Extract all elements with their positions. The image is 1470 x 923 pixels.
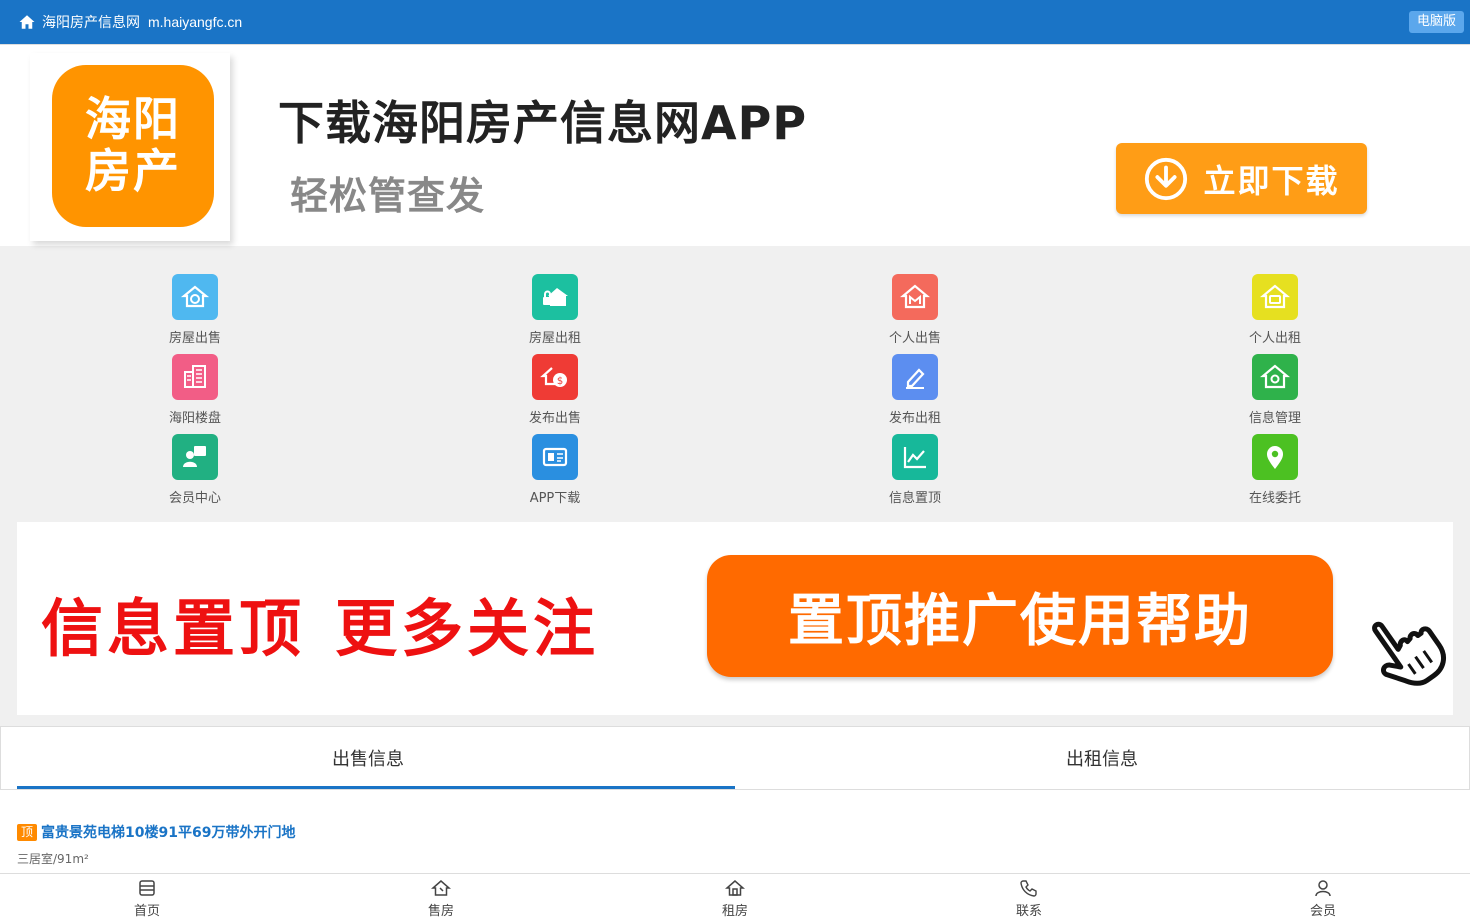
nav-contact[interactable]: 联系 <box>882 874 1176 923</box>
listing-title-link[interactable]: 富贵景苑电梯10楼91平69万带外开门地 <box>41 822 295 842</box>
rent-house-icon <box>725 880 745 896</box>
grid-label: 发布出租 <box>888 411 941 426</box>
grid-item-personal-rent[interactable]: 个人出租 <box>1215 274 1335 354</box>
app-logo-frame: 海阳 房产 <box>30 53 230 241</box>
grid-item-online-entrust[interactable]: 在线委托 <box>1215 434 1335 514</box>
promo-slogan: 信息置顶 更多关注 <box>41 578 599 668</box>
grid-item-info-manage[interactable]: 信息管理 <box>1215 354 1335 434</box>
grid-label: 发布出售 <box>528 411 581 426</box>
home-icon[interactable] <box>18 13 36 31</box>
nav-home[interactable]: 首页 <box>0 874 294 923</box>
nav-label: 联系 <box>1015 904 1042 919</box>
app-logo: 海阳 房产 <box>52 65 214 227</box>
personal-rent-icon <box>1252 274 1298 320</box>
house-rent-icon <box>532 274 578 320</box>
feature-grid: 房屋出售 房屋出租 个人出售 个人出租 海阳楼盘 $ 发布出售 发布出租 信息管… <box>0 256 1470 520</box>
list-item[interactable]: 顶 富贵景苑电梯10楼91平69万带外开门地 <box>17 822 1470 842</box>
nav-label: 会员 <box>1309 904 1336 919</box>
grid-label: 房屋出售 <box>168 331 221 346</box>
grid-item-publish-sale[interactable]: $ 发布出售 <box>495 354 615 434</box>
promo-help-button[interactable]: 置顶推广使用帮助 <box>707 555 1333 677</box>
nav-label: 售房 <box>427 904 454 919</box>
svg-text:$: $ <box>557 376 563 387</box>
promo-text-left: 信息置顶 <box>41 592 306 665</box>
member-center-icon <box>172 434 218 480</box>
phone-icon <box>1020 880 1037 897</box>
info-top-icon <box>892 434 938 480</box>
grid-item-app-download[interactable]: APP下载 <box>495 434 615 514</box>
site-url: m.haiyangfc.cn <box>148 14 243 30</box>
grid-item-building[interactable]: 海阳楼盘 <box>135 354 255 434</box>
grid-label: 个人出租 <box>1248 331 1301 346</box>
building-icon <box>172 354 218 400</box>
download-circle-icon <box>1145 157 1188 200</box>
nav-sale-house[interactable]: 售房 <box>294 874 588 923</box>
tab-sale-info[interactable]: 出售信息 <box>1 727 735 789</box>
nav-label: 租房 <box>721 904 748 919</box>
site-name[interactable]: 海阳房产信息网 <box>42 12 140 32</box>
grid-label: APP下载 <box>529 491 581 506</box>
banner-subtitle: 轻松管查发 <box>290 174 486 218</box>
grid-label: 个人出售 <box>888 331 941 346</box>
top-header: 海阳房产信息网 m.haiyangfc.cn 电脑版 <box>0 0 1470 44</box>
publish-rent-icon <box>892 354 938 400</box>
promo-banner[interactable]: 信息置顶 更多关注 置顶推广使用帮助 <box>17 522 1453 715</box>
listing-meta: 三居室/91m² <box>17 852 89 866</box>
nav-label: 首页 <box>133 904 160 919</box>
grid-item-house-sale[interactable]: 房屋出售 <box>135 274 255 354</box>
grid-item-house-rent[interactable]: 房屋出租 <box>495 274 615 354</box>
download-label: 立即下载 <box>1203 161 1340 200</box>
app-download-icon <box>532 434 578 480</box>
logo-line2: 房产 <box>85 144 181 198</box>
grid-label: 海阳楼盘 <box>168 411 221 426</box>
personal-sale-icon <box>892 274 938 320</box>
grid-label: 信息置顶 <box>888 491 941 506</box>
publish-sale-icon: $ <box>532 354 578 400</box>
grid-label: 房屋出租 <box>528 331 581 346</box>
grid-label: 信息管理 <box>1248 411 1301 426</box>
nav-rent-house[interactable]: 租房 <box>588 874 882 923</box>
grid-item-personal-sale[interactable]: 个人出售 <box>855 274 975 354</box>
home-nav-icon <box>139 880 155 896</box>
user-icon <box>1315 880 1331 897</box>
bottom-nav: 首页 售房 租房 联系 会员 <box>0 873 1470 923</box>
info-manage-icon <box>1252 354 1298 400</box>
grid-label: 在线委托 <box>1248 491 1301 506</box>
banner-title: 下载海阳房产信息网APP <box>278 96 808 150</box>
grid-label: 会员中心 <box>168 491 221 506</box>
app-download-banner[interactable]: 海阳 房产 下载海阳房产信息网APP 轻松管查发 立即下载 <box>0 44 1470 246</box>
grid-item-publish-rent[interactable]: 发布出租 <box>855 354 975 434</box>
tab-rent-info[interactable]: 出租信息 <box>735 727 1469 789</box>
logo-line1: 海阳 <box>85 92 181 147</box>
listing-tabs: 出售信息 出租信息 <box>0 726 1470 790</box>
online-entrust-icon <box>1252 434 1298 480</box>
download-now-button[interactable]: 立即下载 <box>1116 143 1367 214</box>
top-badge: 顶 <box>17 823 37 841</box>
pc-version-button[interactable]: 电脑版 <box>1408 11 1464 33</box>
grid-item-member-center[interactable]: 会员中心 <box>135 434 255 514</box>
grid-item-info-top[interactable]: 信息置顶 <box>855 434 975 514</box>
sale-house-icon <box>431 880 451 896</box>
listing-panel: 顶 富贵景苑电梯10楼91平69万带外开门地 三居室/91m² 2023-6-1… <box>0 790 1470 874</box>
promo-text-right: 更多关注 <box>335 592 600 665</box>
nav-member[interactable]: 会员 <box>1176 874 1470 923</box>
pointing-hand-icon <box>1372 621 1447 686</box>
house-sale-icon <box>172 274 218 320</box>
